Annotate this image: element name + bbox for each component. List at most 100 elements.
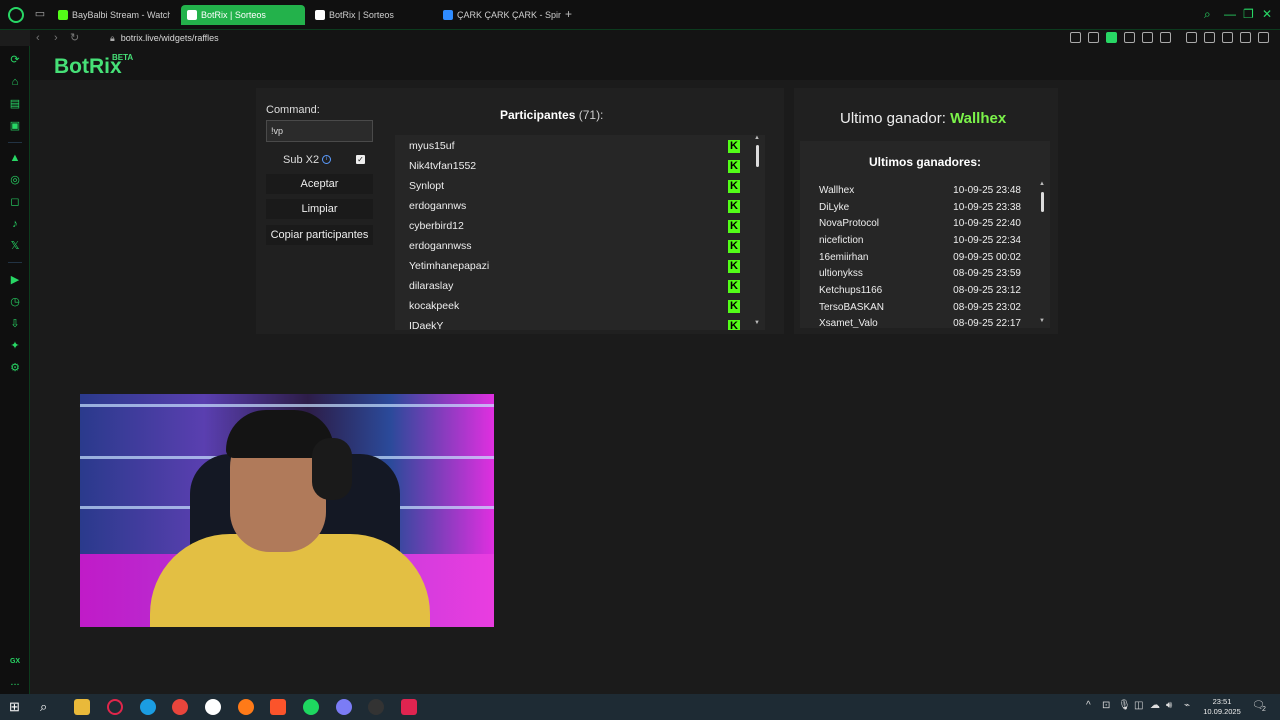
kick-icon: K <box>728 200 740 213</box>
volume-icon[interactable]: 🔊︎ <box>1166 700 1172 711</box>
sub-x2-label: Sub X2 <box>283 154 320 166</box>
kick-icon: K <box>728 260 740 273</box>
opera-gx-logo-icon[interactable] <box>8 7 24 23</box>
edge-icon[interactable] <box>140 699 156 715</box>
discord-icon[interactable] <box>336 699 352 715</box>
yandex-icon[interactable] <box>205 699 221 715</box>
brave-icon[interactable] <box>270 699 286 715</box>
winner-name: Xsamet_Valo <box>819 318 878 328</box>
participants-list[interactable]: myus15uf K Nik4tvfan1552 K Synlopt K erdoga… <box>395 135 765 330</box>
opera-gx-icon[interactable] <box>107 699 123 715</box>
info-icon[interactable]: i <box>322 155 331 164</box>
network-icon[interactable]: ⌁ <box>1184 700 1190 711</box>
list-item: Synlopt K <box>409 176 754 196</box>
search-icon[interactable]: ⌕ <box>40 699 56 715</box>
download-icon[interactable] <box>1240 32 1251 43</box>
tab-cark[interactable]: ÇARK ÇARK ÇARK - Spin <box>437 5 561 25</box>
pin-icon[interactable] <box>1070 32 1081 43</box>
participants-scrollbar[interactable] <box>756 145 759 167</box>
gamepad-icon[interactable] <box>1186 32 1197 43</box>
tray-app-icon[interactable]: ⊡ <box>1102 700 1110 711</box>
url-field[interactable]: 🔒︎ botrix.live/widgets/raffles <box>110 30 219 46</box>
tab-island-icon[interactable]: ▭ <box>32 6 48 22</box>
heart-icon[interactable] <box>1160 32 1171 43</box>
winner-row: Ketchups1166 08-09-25 23:12 <box>819 283 1021 299</box>
back-icon[interactable]: ‹ <box>36 30 40 46</box>
scroll-down-icon[interactable]: ▼ <box>1039 318 1045 324</box>
downloads-icon[interactable]: ⇩ <box>9 318 21 330</box>
list-item: erdogannws K <box>409 196 754 216</box>
tray-chevron-icon[interactable]: ^ <box>1086 700 1091 711</box>
participant-name: Yetimhanepapazi <box>409 260 490 272</box>
microphone-icon[interactable]: 🎙︎ <box>1118 700 1131 711</box>
extensions-icon[interactable] <box>1204 32 1215 43</box>
whatsapp-icon[interactable]: ◎ <box>9 174 21 186</box>
shield-icon[interactable] <box>1106 32 1117 43</box>
address-bar: ‹ › ↻ 🔒︎ botrix.live/widgets/raffles <box>30 30 1280 46</box>
list-item: Nik4tvfan1552 K <box>409 156 754 176</box>
more-icon[interactable]: ... <box>9 676 21 688</box>
participant-name: myus15uf <box>409 140 455 152</box>
extensions-icon[interactable]: ✦ <box>9 340 21 352</box>
profile-icon[interactable] <box>1222 32 1233 43</box>
gx-corner-icon[interactable]: ⌂ <box>9 76 21 88</box>
play-icon[interactable] <box>1142 32 1153 43</box>
gx-control-icon[interactable]: ⟳ <box>9 54 21 66</box>
tray-app-icon[interactable]: ◫ <box>1134 700 1143 711</box>
obs-icon[interactable] <box>368 699 384 715</box>
menu-icon[interactable] <box>1258 32 1269 43</box>
tab-baybalbi[interactable]: BayBalbi Stream - Watch <box>52 5 170 25</box>
app-icon[interactable] <box>401 699 417 715</box>
tab-botrix-active[interactable]: BotRix | Sorteos <box>181 5 305 25</box>
scroll-up-icon[interactable]: ▲ <box>1039 181 1045 187</box>
spotify-icon[interactable] <box>303 699 319 715</box>
copy-participants-button[interactable]: Copiar participantes <box>266 225 373 245</box>
settings-icon[interactable]: ⚙ <box>9 362 21 374</box>
chrome-icon[interactable] <box>172 699 188 715</box>
winners-list[interactable]: Ultimos ganadores: Wallhex 10-09-25 23:48… <box>800 141 1050 328</box>
list-item: Yetimhanepapazi K <box>409 256 754 276</box>
clock[interactable]: 23:51 10.09.2025 <box>1203 697 1241 717</box>
accept-button[interactable]: Aceptar <box>266 174 373 194</box>
command-input[interactable] <box>266 120 373 142</box>
minimize-icon[interactable]: — <box>1224 7 1236 21</box>
kick-icon: K <box>728 160 740 173</box>
file-explorer-icon[interactable] <box>74 699 90 715</box>
forward-icon[interactable]: › <box>54 30 58 46</box>
search-icon[interactable]: ⌕ <box>1204 7 1211 22</box>
windows-start-icon[interactable]: ⊞ <box>9 699 25 715</box>
x-icon[interactable]: 𝕏 <box>9 240 21 252</box>
kick-icon: K <box>728 220 740 233</box>
notifications-count: 2 <box>1262 706 1266 713</box>
winners-scrollbar[interactable] <box>1041 192 1044 212</box>
firefox-icon[interactable] <box>238 699 254 715</box>
wheel-favicon-icon <box>443 10 453 20</box>
close-icon[interactable]: ✕ <box>1262 7 1272 21</box>
winner-name: Wallhex <box>819 185 855 196</box>
winner-name: DiLyke <box>819 202 850 213</box>
gx-cleaner-icon[interactable]: ▤ <box>9 98 21 110</box>
beta-badge: BETA <box>112 53 134 62</box>
webcam-video <box>80 394 494 627</box>
maximize-icon[interactable]: ❐ <box>1243 7 1254 21</box>
twitch-icon[interactable]: ▲ <box>9 152 21 164</box>
winner-date: 08-09-25 23:02 <box>953 302 1021 313</box>
translate-icon[interactable] <box>1124 32 1135 43</box>
player-icon[interactable]: ▶ <box>9 274 21 286</box>
history-icon[interactable]: ◷ <box>9 296 21 308</box>
reload-icon[interactable]: ↻ <box>70 30 79 46</box>
scroll-up-icon[interactable]: ▲ <box>754 135 760 141</box>
kick-favicon-icon <box>58 10 68 20</box>
list-item: erdogannwss K <box>409 236 754 256</box>
sidebar-divider <box>8 262 22 263</box>
snapshot-icon[interactable] <box>1088 32 1099 43</box>
sub-x2-checkbox[interactable]: ✓ <box>356 155 365 164</box>
tab-botrix[interactable]: BotRix | Sorteos <box>309 5 433 25</box>
tiktok-icon[interactable]: ♪ <box>9 218 21 230</box>
instagram-icon[interactable]: ◻ <box>9 196 21 208</box>
clear-button[interactable]: Limpiar <box>266 199 373 219</box>
cloud-icon[interactable]: ☁ <box>1150 700 1160 711</box>
scroll-down-icon[interactable]: ▼ <box>754 320 760 326</box>
gx-mods-icon[interactable]: ▣ <box>9 120 21 132</box>
new-tab-button[interactable]: + <box>565 7 572 21</box>
